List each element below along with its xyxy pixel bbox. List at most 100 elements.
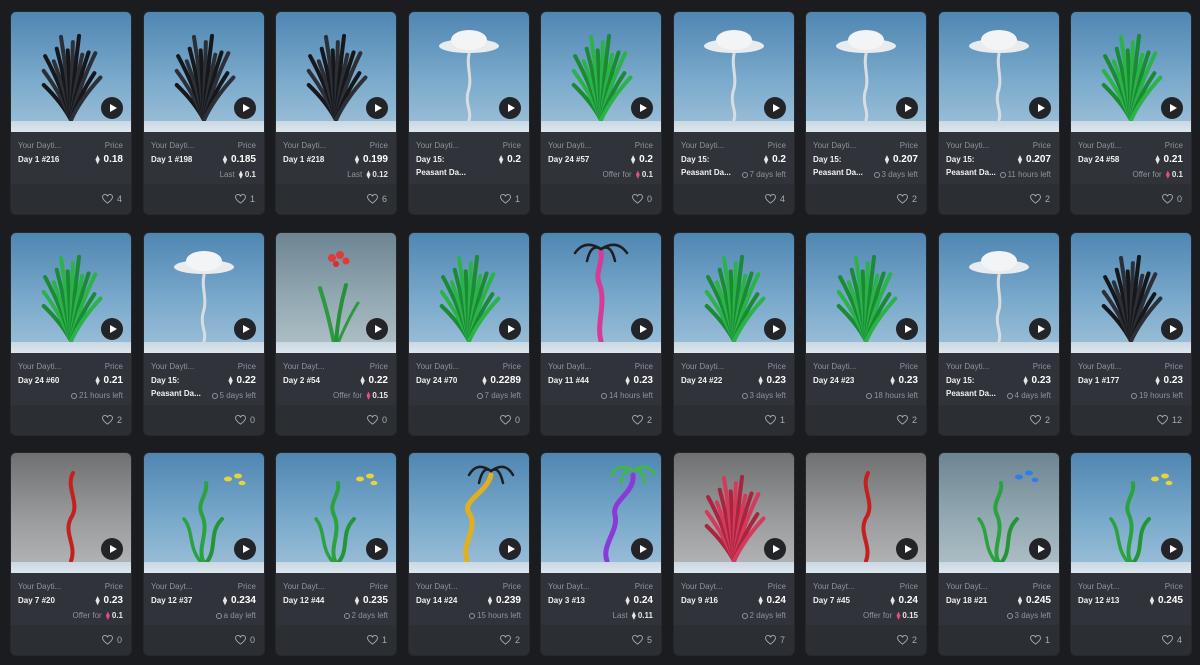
nft-card[interactable]: Your Dayt... Day 3 #13 Price ⧫ 0.24 Last … bbox=[541, 453, 661, 655]
heart-icon[interactable] bbox=[367, 635, 378, 645]
nft-image[interactable] bbox=[939, 233, 1059, 353]
collection-name[interactable]: Your Dayti... bbox=[813, 141, 875, 151]
play-icon[interactable] bbox=[896, 318, 918, 340]
nft-image[interactable] bbox=[674, 453, 794, 573]
nft-image[interactable] bbox=[276, 453, 396, 573]
play-icon[interactable] bbox=[101, 538, 123, 560]
play-icon[interactable] bbox=[764, 318, 786, 340]
nft-card[interactable]: Your Dayt... Day 2 #54 Price ⧫ 0.22 Offer… bbox=[276, 233, 396, 435]
collection-name[interactable]: Your Dayti... bbox=[681, 141, 743, 151]
nft-card[interactable]: Your Dayti... Day 15: Peasant Da... Price… bbox=[674, 12, 794, 214]
collection-name[interactable]: Your Dayt... bbox=[681, 582, 743, 592]
heart-icon[interactable] bbox=[1030, 194, 1041, 204]
nft-card[interactable]: Your Dayti... Day 15: Peasant Da... Price… bbox=[806, 12, 926, 214]
play-icon[interactable] bbox=[366, 97, 388, 119]
heart-icon[interactable] bbox=[897, 194, 908, 204]
play-icon[interactable] bbox=[631, 318, 653, 340]
nft-card[interactable]: Your Dayti... Day 1 #216 Price ⧫ 0.18 4 bbox=[11, 12, 131, 214]
nft-image[interactable] bbox=[409, 233, 529, 353]
play-icon[interactable] bbox=[896, 97, 918, 119]
nft-image[interactable] bbox=[11, 12, 131, 132]
nft-image[interactable] bbox=[541, 233, 661, 353]
play-icon[interactable] bbox=[234, 538, 256, 560]
heart-icon[interactable] bbox=[102, 415, 113, 425]
heart-icon[interactable] bbox=[367, 194, 378, 204]
nft-card[interactable]: Your Dayti... Day 15: Peasant Da... Price… bbox=[939, 12, 1059, 214]
collection-name[interactable]: Your Dayt... bbox=[946, 582, 1008, 592]
nft-image[interactable] bbox=[144, 12, 264, 132]
nft-card[interactable]: Your Dayti... Day 15: Peasant Da... Price… bbox=[939, 233, 1059, 435]
nft-image[interactable] bbox=[276, 233, 396, 353]
collection-name[interactable]: Your Dayti... bbox=[283, 141, 345, 151]
nft-image[interactable] bbox=[1071, 12, 1191, 132]
play-icon[interactable] bbox=[631, 538, 653, 560]
heart-icon[interactable] bbox=[632, 194, 643, 204]
collection-name[interactable]: Your Dayti... bbox=[946, 362, 1008, 372]
nft-card[interactable]: Your Dayti... Day 1 #177 Price ⧫ 0.23 19 … bbox=[1071, 233, 1191, 435]
nft-card[interactable]: Your Dayti... Day 15: Peasant Da... Price… bbox=[409, 12, 529, 214]
nft-card[interactable]: Your Dayt... Day 7 #45 Price ⧫ 0.24 Offer… bbox=[806, 453, 926, 655]
collection-name[interactable]: Your Dayt... bbox=[283, 582, 345, 592]
heart-icon[interactable] bbox=[500, 635, 511, 645]
play-icon[interactable] bbox=[1161, 538, 1183, 560]
nft-image[interactable] bbox=[276, 12, 396, 132]
heart-icon[interactable] bbox=[765, 415, 776, 425]
nft-image[interactable] bbox=[144, 233, 264, 353]
play-icon[interactable] bbox=[764, 97, 786, 119]
heart-icon[interactable] bbox=[632, 415, 643, 425]
play-icon[interactable] bbox=[896, 538, 918, 560]
collection-name[interactable]: Your Dayti... bbox=[151, 141, 213, 151]
heart-icon[interactable] bbox=[102, 635, 113, 645]
collection-name[interactable]: Your Dayt... bbox=[1078, 582, 1140, 592]
play-icon[interactable] bbox=[234, 97, 256, 119]
nft-card[interactable]: Your Dayti... Day 24 #70 Price ⧫ 0.2289 7… bbox=[409, 233, 529, 435]
nft-image[interactable] bbox=[144, 453, 264, 573]
heart-icon[interactable] bbox=[1030, 415, 1041, 425]
collection-name[interactable]: Your Dayti... bbox=[416, 141, 478, 151]
collection-name[interactable]: Your Dayti... bbox=[548, 141, 610, 151]
play-icon[interactable] bbox=[1029, 97, 1051, 119]
heart-icon[interactable] bbox=[235, 415, 246, 425]
nft-image[interactable] bbox=[674, 12, 794, 132]
nft-card[interactable]: Your Dayti... Day 1 #218 Price ⧫ 0.199 La… bbox=[276, 12, 396, 214]
nft-image[interactable] bbox=[806, 233, 926, 353]
nft-card[interactable]: Your Dayti... Day 24 #23 Price ⧫ 0.23 18 … bbox=[806, 233, 926, 435]
nft-card[interactable]: Your Dayti... Day 1 #198 Price ⧫ 0.185 La… bbox=[144, 12, 264, 214]
heart-icon[interactable] bbox=[1030, 635, 1041, 645]
play-icon[interactable] bbox=[366, 538, 388, 560]
heart-icon[interactable] bbox=[1162, 635, 1173, 645]
play-icon[interactable] bbox=[1161, 97, 1183, 119]
nft-image[interactable] bbox=[806, 12, 926, 132]
play-icon[interactable] bbox=[1161, 318, 1183, 340]
heart-icon[interactable] bbox=[765, 194, 776, 204]
nft-image[interactable] bbox=[409, 12, 529, 132]
play-icon[interactable] bbox=[1029, 538, 1051, 560]
nft-image[interactable] bbox=[11, 233, 131, 353]
nft-image[interactable] bbox=[1071, 233, 1191, 353]
nft-image[interactable] bbox=[1071, 453, 1191, 573]
collection-name[interactable]: Your Dayt... bbox=[151, 582, 213, 592]
play-icon[interactable] bbox=[1029, 318, 1051, 340]
heart-icon[interactable] bbox=[897, 415, 908, 425]
nft-card[interactable]: Your Dayt... Day 14 #24 Price ⧫ 0.239 15 … bbox=[409, 453, 529, 655]
heart-icon[interactable] bbox=[632, 635, 643, 645]
nft-card[interactable]: Your Dayti... Day 24 #57 Price ⧫ 0.2 Offe… bbox=[541, 12, 661, 214]
heart-icon[interactable] bbox=[102, 194, 113, 204]
collection-name[interactable]: Your Dayti... bbox=[681, 362, 743, 372]
collection-name[interactable]: Your Dayti... bbox=[416, 362, 478, 372]
heart-icon[interactable] bbox=[500, 415, 511, 425]
nft-card[interactable]: Your Dayti... Day 24 #22 Price ⧫ 0.23 3 d… bbox=[674, 233, 794, 435]
collection-name[interactable]: Your Dayti... bbox=[18, 141, 80, 151]
nft-card[interactable]: Your Dayti... Day 11 #44 Price ⧫ 0.23 14 … bbox=[541, 233, 661, 435]
nft-card[interactable]: Your Dayt... Day 9 #16 Price ⧫ 0.24 2 day… bbox=[674, 453, 794, 655]
play-icon[interactable] bbox=[101, 318, 123, 340]
nft-card[interactable]: Your Dayti... Day 15: Peasant Da... Price… bbox=[144, 233, 264, 435]
nft-image[interactable] bbox=[939, 12, 1059, 132]
nft-card[interactable]: Your Dayti... Day 24 #58 Price ⧫ 0.21 Off… bbox=[1071, 12, 1191, 214]
heart-icon[interactable] bbox=[500, 194, 511, 204]
nft-card[interactable]: Your Dayt... Day 18 #21 Price ⧫ 0.245 3 d… bbox=[939, 453, 1059, 655]
collection-name[interactable]: Your Dayti... bbox=[151, 362, 213, 372]
nft-card[interactable]: Your Dayt... Day 12 #13 Price ⧫ 0.245 4 bbox=[1071, 453, 1191, 655]
heart-icon[interactable] bbox=[765, 635, 776, 645]
collection-name[interactable]: Your Dayti... bbox=[18, 582, 80, 592]
